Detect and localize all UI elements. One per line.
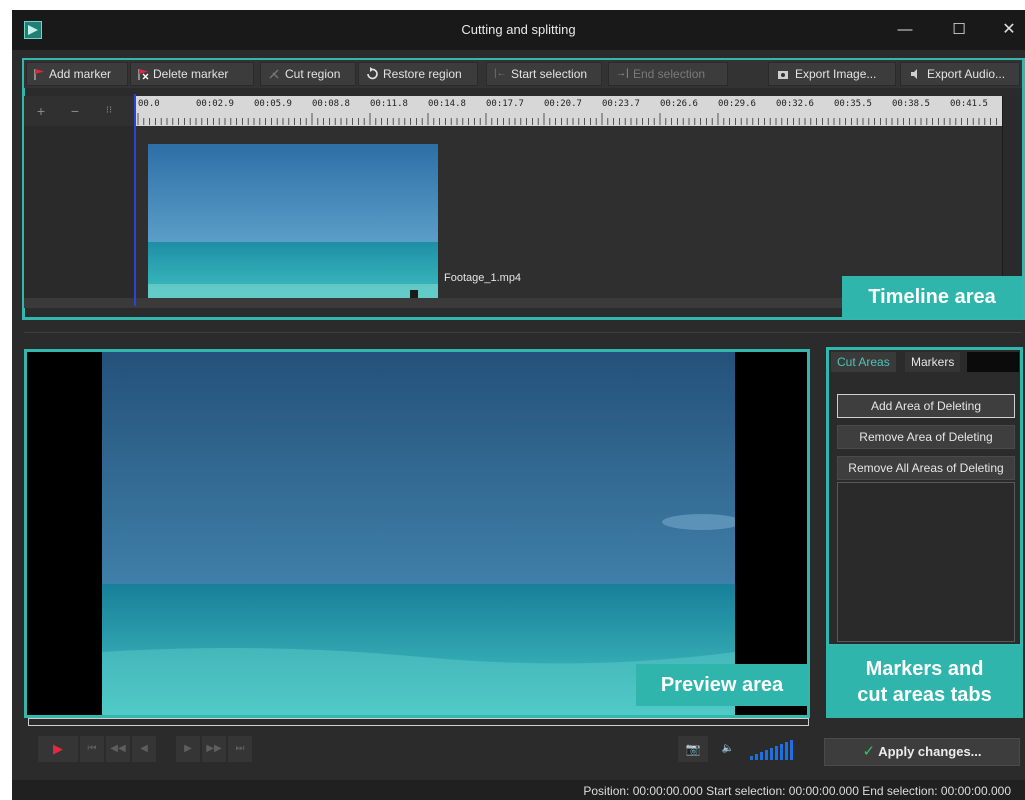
check-icon: ✓ xyxy=(862,743,876,760)
playback-progress-bar[interactable] xyxy=(28,718,809,726)
ruler-tick-label: 00:08.8 xyxy=(312,99,350,109)
status-bar: Position: 00:00:00.000 Start selection: … xyxy=(12,780,1025,800)
section-divider xyxy=(24,332,1022,333)
remove-all-areas-button[interactable]: Remove All Areas of Deleting xyxy=(837,456,1015,480)
ruler-tick-label: 00:02.9 xyxy=(196,99,234,109)
rewind-button[interactable]: ◀◀ xyxy=(106,736,130,762)
ruler-tick-label: 00:20.7 xyxy=(544,99,582,109)
markers-cut-areas-panel: Cut Areas Markers Add Area of Deleting R… xyxy=(826,347,1023,647)
timeline-area-callout: Timeline area xyxy=(842,276,1022,318)
red-flag-icon xyxy=(34,69,44,80)
delete-marker-label: Delete marker xyxy=(153,67,229,81)
clip-filename: Footage_1.mp4 xyxy=(444,272,522,284)
add-marker-button[interactable]: Add marker xyxy=(26,62,128,86)
export-audio-label: Export Audio... xyxy=(927,67,1006,81)
close-button[interactable]: ✕ xyxy=(996,18,1022,42)
apply-changes-label: Apply changes... xyxy=(878,744,982,759)
ruler-tick-label: 00:41.5 xyxy=(950,99,988,109)
snapshot-icon[interactable]: 📷 xyxy=(678,736,708,762)
timeline-tools: + − ⁝⁝ xyxy=(24,96,136,126)
zoom-out-icon[interactable]: − xyxy=(66,102,84,120)
time-ruler[interactable]: 00.0 00:02.9 00:05.9 00:08.8 00:11.8 00:14.8 0… xyxy=(136,96,1002,126)
title-bar: Cutting and splitting — ☐ ✕ xyxy=(12,10,1025,50)
ruler-tick-label: 00:14.8 xyxy=(428,99,466,109)
to-start-button[interactable]: ⏮ xyxy=(80,736,104,762)
export-image-label: Export Image... xyxy=(795,67,877,81)
restore-region-label: Restore region xyxy=(383,67,462,81)
end-selection-label: End selection xyxy=(633,67,706,81)
volume-icon[interactable]: 🔈 xyxy=(716,736,740,762)
ruler-tick-label: 00:26.6 xyxy=(660,99,698,109)
add-marker-label: Add marker xyxy=(49,67,112,81)
cutting-window: Cutting and splitting — ☐ ✕ Add marker D… xyxy=(12,10,1025,800)
ruler-tick-label: 00:29.6 xyxy=(718,99,756,109)
add-area-button[interactable]: Add Area of Deleting xyxy=(837,394,1015,418)
zoom-in-icon[interactable]: + xyxy=(32,102,50,120)
markers-tabs-callout-line1: Markers and xyxy=(865,658,984,680)
window-title: Cutting and splitting xyxy=(461,22,576,37)
cut-region-button[interactable]: Cut region xyxy=(260,62,356,86)
ruler-tick-label: 00:23.7 xyxy=(602,99,640,109)
ruler-tick-label: 00:38.5 xyxy=(892,99,930,109)
to-end-button[interactable]: ⏭ xyxy=(228,736,252,762)
delete-marker-button[interactable]: Delete marker xyxy=(130,62,254,86)
export-audio-button[interactable]: Export Audio... xyxy=(900,62,1020,86)
track-header xyxy=(24,126,136,298)
scissors-icon xyxy=(269,69,279,79)
cut-region-label: Cut region xyxy=(285,67,341,81)
end-selection-button[interactable]: →| End selection xyxy=(608,62,728,86)
step-forward-button[interactable]: ▶ xyxy=(176,736,200,762)
tab-cut-areas[interactable]: Cut Areas xyxy=(831,352,896,372)
ruler-tick-label: 00.0 xyxy=(138,99,160,109)
step-back-button[interactable]: ◀ xyxy=(132,736,156,762)
ruler-tick-label: 00:35.5 xyxy=(834,99,872,109)
export-image-button[interactable]: Export Image... xyxy=(768,62,896,86)
status-text: Position: 00:00:00.000 Start selection: … xyxy=(583,784,1011,798)
preview-area-callout: Preview area xyxy=(636,664,808,706)
export-audio-icon xyxy=(911,69,917,79)
ruler-tick-label: 00:17.7 xyxy=(486,99,524,109)
start-selection-label: Start selection xyxy=(511,67,588,81)
markers-tabs-callout: Markers and cut areas tabs xyxy=(826,646,1023,718)
tab-strip-spacer xyxy=(967,352,1019,372)
remove-area-button[interactable]: Remove Area of Deleting xyxy=(837,425,1015,449)
toolbar: Add marker Delete marker Cut region Rest… xyxy=(24,60,1022,88)
video-track[interactable] xyxy=(136,126,1002,302)
restore-region-button[interactable]: Restore region xyxy=(358,62,478,86)
ruler-tick-label: 00:11.8 xyxy=(370,99,408,109)
ruler-tick-label: 00:32.6 xyxy=(776,99,814,109)
minimize-button[interactable]: — xyxy=(892,18,918,42)
tab-markers[interactable]: Markers xyxy=(905,352,961,372)
restore-icon xyxy=(367,67,378,80)
ruler-tick-label: 00:05.9 xyxy=(254,99,292,109)
markers-tabs-callout-line2: cut areas tabs xyxy=(857,684,992,706)
apply-changes-button[interactable]: ✓ Apply changes... xyxy=(824,738,1020,766)
ruler-ticks xyxy=(137,113,997,125)
end-selection-icon: →| xyxy=(616,68,629,79)
maximize-button[interactable]: ☐ xyxy=(946,18,972,42)
playback-controls: ▶ ⏮ ◀◀ ◀ ▶ ▶▶ ⏭ 📷 🔈 xyxy=(26,736,826,764)
cut-areas-list[interactable] xyxy=(837,482,1015,642)
start-selection-button[interactable]: |← Start selection xyxy=(486,62,602,86)
volume-slider[interactable] xyxy=(750,740,798,760)
delete-flag-icon xyxy=(138,69,149,80)
fit-timeline-icon[interactable]: ⁝⁝ xyxy=(100,102,118,120)
preview-area xyxy=(24,349,810,718)
clip-thumbnail[interactable] xyxy=(148,144,438,302)
video-preview xyxy=(102,352,735,715)
fast-forward-button[interactable]: ▶▶ xyxy=(202,736,226,762)
start-selection-icon: |← xyxy=(494,68,507,79)
export-image-icon xyxy=(778,71,788,79)
play-button[interactable]: ▶ xyxy=(38,736,78,762)
playhead[interactable] xyxy=(134,94,136,306)
